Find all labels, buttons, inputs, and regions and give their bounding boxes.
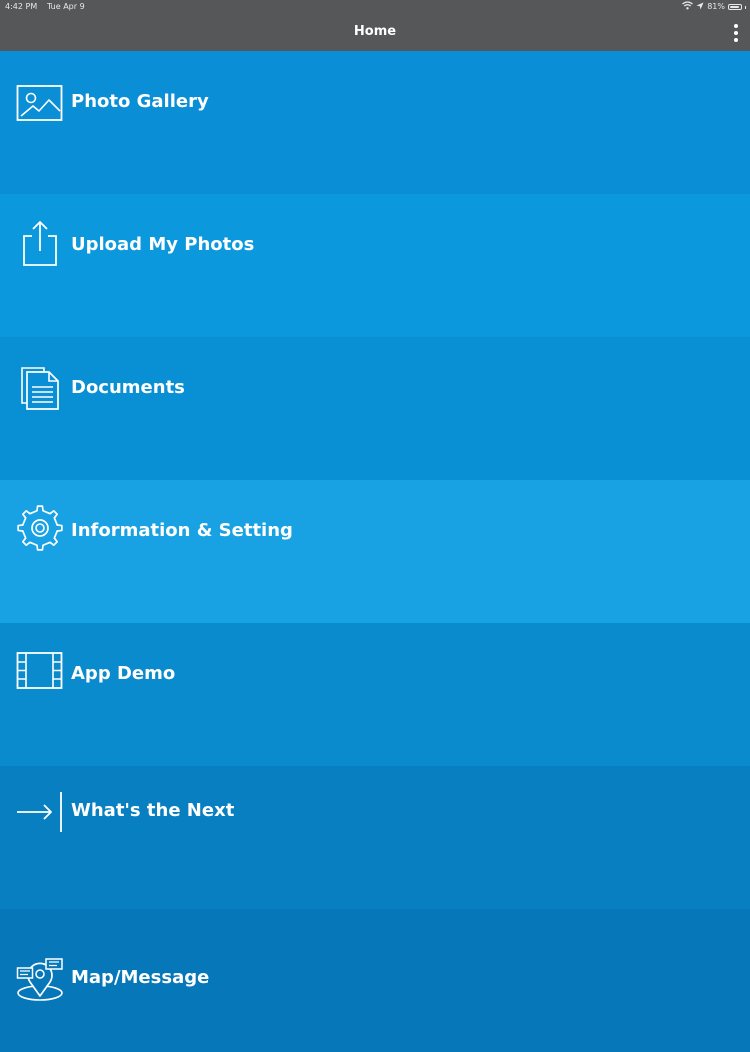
menu-item-label: Upload My Photos [71,234,255,255]
location-icon [696,2,704,13]
menu-item-label: Information & Setting [71,520,293,541]
more-dot-icon [734,31,738,35]
more-dot-icon [734,38,738,42]
status-time: 4:42 PM [5,2,38,11]
battery-icon [728,4,742,10]
gear-icon [16,504,64,552]
battery-percent: 81% [707,2,725,11]
more-options-button[interactable] [730,22,742,44]
menu-item-label: Photo Gallery [71,91,209,112]
menu-item-label: Map/Message [71,967,210,988]
film-icon [16,646,64,694]
menu-item-app-demo[interactable]: App Demo [0,623,750,766]
home-menu: Photo Gallery Upload My Photos Documents [0,51,750,1052]
menu-item-documents[interactable]: Documents [0,337,750,480]
menu-item-upload-my-photos[interactable]: Upload My Photos [0,194,750,337]
page-title: Home [353,24,397,39]
menu-item-label: What's the Next [71,800,235,821]
arrow-right-icon [16,788,64,836]
more-dot-icon [734,24,738,28]
menu-item-photo-gallery[interactable]: Photo Gallery [0,51,750,194]
menu-item-label: App Demo [71,663,176,684]
status-indicators: 81% [682,1,746,13]
menu-item-information-setting[interactable]: Information & Setting [0,480,750,623]
status-date: Tue Apr 9 [47,2,85,11]
menu-item-whats-the-next[interactable]: What's the Next [0,766,750,909]
photo-icon [16,78,64,126]
wifi-icon [682,1,694,13]
upload-icon [16,220,64,268]
menu-item-map-message[interactable]: Map/Message [0,909,750,1052]
top-bar: 4:42 PM Tue Apr 9 81% Home [0,0,750,51]
map-message-icon [16,954,64,1002]
menu-item-label: Documents [71,377,185,398]
documents-icon [16,363,64,411]
